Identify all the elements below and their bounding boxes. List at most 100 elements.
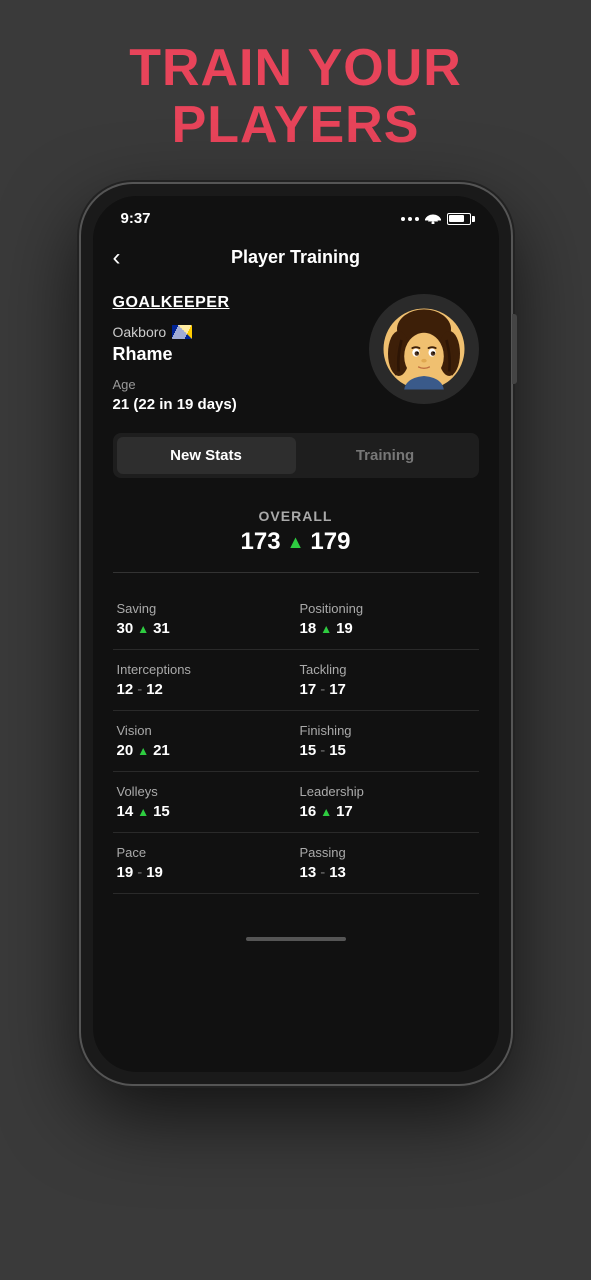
stat-old-value: 13 bbox=[300, 864, 317, 881]
stat-item: Saving 30▲ 31 bbox=[113, 589, 296, 650]
stat-label: Finishing bbox=[300, 723, 475, 738]
stat-label: Tackling bbox=[300, 662, 475, 677]
stat-item: Pace 19 - 19 bbox=[113, 833, 296, 894]
stat-values: 17 - 17 bbox=[300, 681, 475, 698]
stat-values: 16▲ 17 bbox=[300, 803, 475, 820]
home-bar bbox=[246, 937, 346, 941]
player-position: GOALKEEPER bbox=[113, 294, 369, 312]
stat-new-value: 31 bbox=[153, 620, 170, 637]
phone-wrapper: 9:37 ‹ bbox=[81, 184, 511, 1084]
player-section: GOALKEEPER Oakboro bbox=[113, 284, 479, 433]
stat-label: Passing bbox=[300, 845, 475, 860]
stat-label: Volleys bbox=[117, 784, 292, 799]
stat-arrow: ▲ bbox=[137, 744, 149, 758]
battery-fill bbox=[449, 215, 464, 222]
player-name: Rhame bbox=[113, 344, 369, 365]
stat-old-value: 17 bbox=[300, 681, 317, 698]
overall-label: OVERALL bbox=[113, 508, 479, 524]
stat-separator: - bbox=[320, 681, 325, 698]
stat-old-value: 16 bbox=[300, 803, 317, 820]
stat-item: Interceptions 12 - 12 bbox=[113, 650, 296, 711]
stat-label: Interceptions bbox=[117, 662, 292, 677]
status-bar: 9:37 bbox=[93, 196, 499, 235]
stat-separator: - bbox=[320, 742, 325, 759]
signal-dots bbox=[401, 217, 419, 221]
stat-arrow: ▲ bbox=[137, 805, 149, 819]
stat-item: Leadership 16▲ 17 bbox=[296, 772, 479, 833]
stat-item: Vision 20▲ 21 bbox=[113, 711, 296, 772]
player-avatar bbox=[369, 294, 479, 404]
stat-label: Pace bbox=[117, 845, 292, 860]
player-club: Oakboro bbox=[113, 324, 369, 340]
stat-new-value: 17 bbox=[329, 681, 346, 698]
stat-separator: - bbox=[320, 864, 325, 881]
stat-arrow: ▲ bbox=[320, 805, 332, 819]
overall-arrow: ▲ bbox=[287, 532, 305, 553]
back-button[interactable]: ‹ bbox=[113, 244, 121, 272]
stat-old-value: 30 bbox=[117, 620, 134, 637]
stat-values: 13 - 13 bbox=[300, 864, 475, 881]
stat-item: Positioning 18▲ 19 bbox=[296, 589, 479, 650]
nav-bar: ‹ Player Training bbox=[113, 235, 479, 284]
wifi-icon bbox=[425, 211, 441, 227]
stat-new-value: 17 bbox=[336, 803, 353, 820]
stat-new-value: 21 bbox=[153, 742, 170, 759]
stat-new-value: 12 bbox=[146, 681, 163, 698]
tab-training[interactable]: Training bbox=[296, 437, 475, 474]
club-name: Oakboro bbox=[113, 324, 167, 340]
signal-dot-1 bbox=[401, 217, 405, 221]
stat-values: 19 - 19 bbox=[117, 864, 292, 881]
stat-item: Passing 13 - 13 bbox=[296, 833, 479, 894]
stat-label: Saving bbox=[117, 601, 292, 616]
stat-new-value: 19 bbox=[146, 864, 163, 881]
stat-label: Vision bbox=[117, 723, 292, 738]
stat-values: 12 - 12 bbox=[117, 681, 292, 698]
battery-icon bbox=[447, 213, 471, 225]
stat-arrow: ▲ bbox=[320, 622, 332, 636]
player-age-value: 21 (22 in 19 days) bbox=[113, 396, 369, 413]
overall-old-value: 173 bbox=[241, 528, 281, 556]
signal-dot-3 bbox=[415, 217, 419, 221]
stat-old-value: 15 bbox=[300, 742, 317, 759]
stat-arrow: ▲ bbox=[137, 622, 149, 636]
stats-grid: Saving30▲31Positioning18▲19Interceptions… bbox=[113, 589, 479, 894]
stat-label: Positioning bbox=[300, 601, 475, 616]
stat-old-value: 19 bbox=[117, 864, 134, 881]
stat-old-value: 14 bbox=[117, 803, 134, 820]
overall-section: OVERALL 173 ▲ 179 bbox=[113, 498, 479, 573]
stat-new-value: 13 bbox=[329, 864, 346, 881]
avatar-face bbox=[379, 304, 469, 394]
stat-new-value: 15 bbox=[329, 742, 346, 759]
status-time: 9:37 bbox=[121, 210, 151, 227]
player-age-label: Age bbox=[113, 377, 369, 392]
stat-item: Volleys 14▲ 15 bbox=[113, 772, 296, 833]
home-indicator bbox=[93, 924, 499, 954]
tab-new-stats[interactable]: New Stats bbox=[117, 437, 296, 474]
overall-values: 173 ▲ 179 bbox=[113, 528, 479, 556]
stat-new-value: 15 bbox=[153, 803, 170, 820]
stat-old-value: 20 bbox=[117, 742, 134, 759]
stat-separator: - bbox=[137, 681, 142, 698]
status-icons bbox=[401, 211, 471, 227]
stat-item: Finishing 15 - 15 bbox=[296, 711, 479, 772]
signal-dot-2 bbox=[408, 217, 412, 221]
stat-old-value: 12 bbox=[117, 681, 134, 698]
stat-values: 20▲ 21 bbox=[117, 742, 292, 759]
flag-icon bbox=[172, 325, 192, 339]
player-info: GOALKEEPER Oakboro bbox=[113, 294, 369, 413]
stat-new-value: 19 bbox=[336, 620, 353, 637]
phone-screen: 9:37 ‹ bbox=[93, 196, 499, 1072]
page-title: TRAIN YOURPLAYERS bbox=[129, 40, 462, 154]
stat-values: 30▲ 31 bbox=[117, 620, 292, 637]
stat-separator: - bbox=[137, 864, 142, 881]
stat-values: 14▲ 15 bbox=[117, 803, 292, 820]
tabs-container: New Stats Training bbox=[113, 433, 479, 478]
overall-new-value: 179 bbox=[310, 528, 350, 556]
stat-label: Leadership bbox=[300, 784, 475, 799]
stat-item: Tackling 17 - 17 bbox=[296, 650, 479, 711]
stat-values: 15 - 15 bbox=[300, 742, 475, 759]
app-content: ‹ Player Training GOALKEEPER Oakboro bbox=[93, 235, 499, 924]
stat-old-value: 18 bbox=[300, 620, 317, 637]
nav-title: Player Training bbox=[231, 247, 360, 268]
stat-values: 18▲ 19 bbox=[300, 620, 475, 637]
